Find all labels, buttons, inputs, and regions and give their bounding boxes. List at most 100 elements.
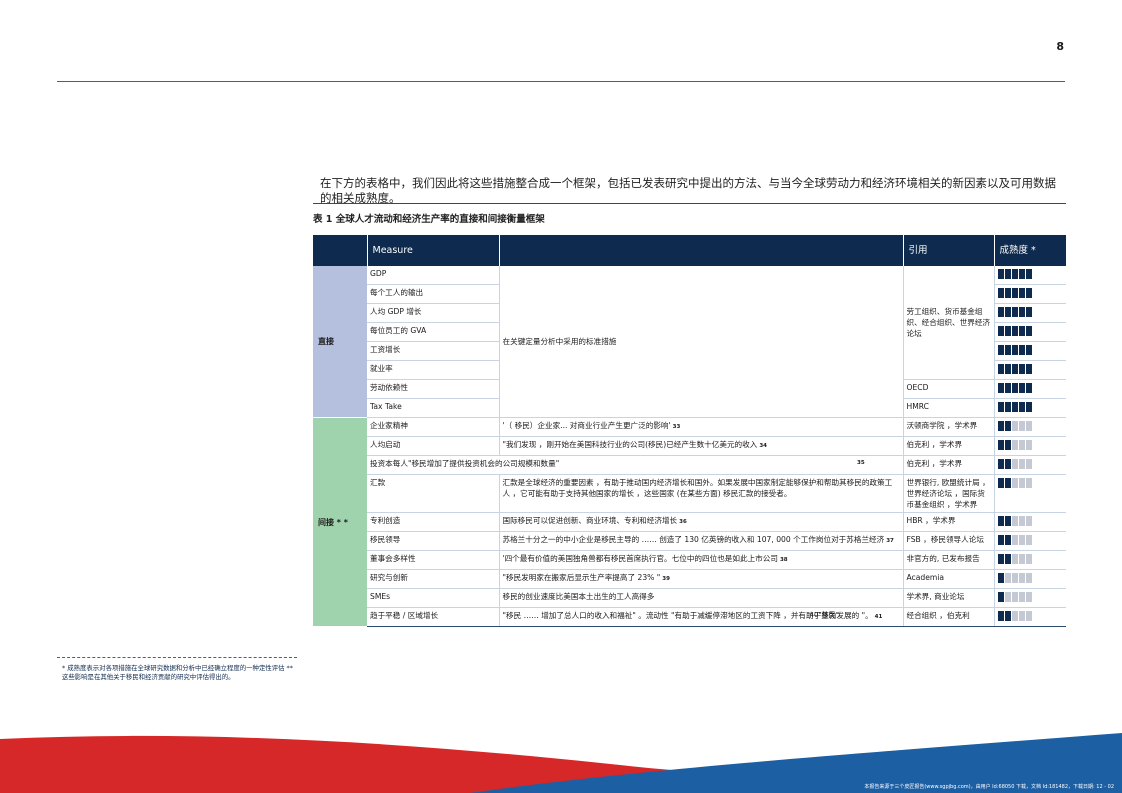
table-row: 研究与创新 "移民发明家在搬家后显示生产率提高了 23% " 39 Academia: [313, 569, 1066, 589]
maturity-cell: [994, 341, 1066, 361]
maturity-block-empty: [1018, 421, 1025, 431]
maturity-block-empty: [1025, 611, 1032, 621]
description-text: 国际移民可以促进创新、商业环境、专利和经济增长: [502, 516, 678, 525]
description-cell: "移民 …… 增加了总人口的收入和福祉" 。流动性 "有助于减缓停滞地区的工资下…: [499, 607, 904, 627]
citation-cell: 非官方的, 已发布报告: [903, 550, 995, 570]
description-cell: '四个最有价值的美国独角兽都有移民首席执行官。七位中的四位也是如此上市公司 38: [499, 550, 904, 570]
footnote-ref: 38: [779, 557, 788, 563]
maturity-cell: [994, 266, 1066, 285]
citation-cell: 伯克利 ，学术界: [903, 455, 995, 475]
description-cell: 苏格兰十分之一的中小企业是移民主导的 …… 创造了 130 亿英镑的收入和 10…: [499, 531, 904, 551]
category-indirect-label: 间接 * *: [313, 417, 367, 627]
maturity-block-empty: [1011, 554, 1018, 564]
description-cell: "我们发现 ，刚开始在美国科技行业的公司(移民)已经产生数十亿美元的收入 34: [499, 436, 904, 456]
maturity-block-empty: [1025, 421, 1032, 431]
maturity-block-filled: [1025, 402, 1032, 412]
maturity-block-empty: [1018, 440, 1025, 450]
maturity-block-filled: [1025, 288, 1032, 298]
maturity-block-empty: [1018, 592, 1025, 602]
header-category: [313, 235, 368, 266]
table-row: 直接 GDP 在关键定量分析中采用的标准措施 劳工组织、货币基金组织、经合组织、世界经…: [313, 266, 1066, 418]
footnote-ref: 35: [857, 460, 865, 466]
maturity-cell: [994, 398, 1066, 418]
maturity-cell: [994, 322, 1066, 342]
maturity-block-filled: [1004, 307, 1011, 317]
table-row: 专利创造 国际移民可以促进创新、商业环境、专利和经济增长 36 HBR ，学术界: [313, 512, 1066, 532]
maturity-block-filled: [1018, 326, 1025, 336]
maturity-cell: [994, 360, 1066, 380]
measure-cell: SMEs: [367, 588, 500, 608]
maturity-cell: [994, 455, 1066, 475]
measure-cell: 董事会多样性: [367, 550, 500, 570]
maturity-cell: [994, 303, 1066, 323]
maturity-cell: [994, 569, 1066, 589]
table-title: 表 1 全球人才流动和经济生产率的直接和间接衡量框架: [313, 214, 545, 225]
maturity-rating: [997, 515, 1032, 526]
maturity-block-filled: [997, 592, 1004, 602]
citation-cell: OECD: [903, 379, 995, 399]
maturity-block-filled: [1004, 288, 1011, 298]
footnote-rule: [57, 657, 297, 658]
maturity-block-empty: [1025, 516, 1032, 526]
maturity-block-filled: [997, 269, 1004, 279]
measure-cell: 就业率: [367, 360, 500, 380]
maturity-cell: [994, 550, 1066, 570]
maturity-block-filled: [1004, 345, 1011, 355]
maturity-cell: [994, 531, 1066, 551]
table-row: 董事会多样性 '四个最有价值的美国独角兽都有移民首席执行官。七位中的四位也是如此上…: [313, 550, 1066, 570]
maturity-block-filled: [997, 516, 1004, 526]
footnote-ref: 39: [662, 576, 670, 582]
table-row: SMEs 移民的创业速度比美国本土出生的工人高得多 学术界, 商业论坛: [313, 588, 1066, 608]
maturity-block-filled: [1018, 307, 1025, 317]
maturity-block-empty: [1025, 459, 1032, 469]
maturity-rating: [997, 306, 1032, 317]
header-rule: [57, 81, 1065, 82]
header-citation: 引用: [903, 235, 995, 266]
maturity-block-empty: [1011, 459, 1018, 469]
maturity-block-filled: [1004, 364, 1011, 374]
maturity-block-filled: [1011, 383, 1018, 393]
citation-cell: HBR ，学术界: [903, 512, 995, 532]
maturity-cell: [994, 436, 1066, 456]
maturity-block-empty: [1025, 440, 1032, 450]
maturity-cell: [994, 284, 1066, 304]
maturity-block-filled: [1011, 326, 1018, 336]
table-row: 汇款 汇款是全球经济的重要因素 ，有助于推动国内经济增长和国外。如果发展中国家制定…: [313, 474, 1066, 513]
maturity-block-filled: [997, 440, 1004, 450]
maturity-block-empty: [1011, 478, 1018, 488]
maturity-block-filled: [997, 611, 1004, 621]
maturity-cell: [994, 474, 1066, 513]
intro-paragraph: 在下方的表格中，我们因此将这些措施整合成一个框架，包括已发表研究中提出的方法、与…: [320, 175, 1056, 205]
maturity-block-filled: [997, 288, 1004, 298]
footnote-ref: 36: [679, 519, 687, 525]
header-maturity: 成熟度 *: [994, 235, 1066, 266]
measure-cell: 人均启动: [367, 436, 500, 456]
maturity-block-filled: [1004, 383, 1011, 393]
measurement-framework-table: Measure 引用 成熟度 * 直接 GDP 在关键定量分析中采用的标准措施 劳工组…: [313, 235, 1066, 627]
description-text: '（ 移民）企业家... 对商业行业产生更广泛的影响': [502, 421, 671, 430]
maturity-rating: [997, 610, 1032, 621]
maturity-block-empty: [1025, 592, 1032, 602]
maturity-block-empty: [1011, 440, 1018, 450]
maturity-block-filled: [1025, 345, 1032, 355]
maturity-block-empty: [1011, 611, 1018, 621]
maturity-rating: [997, 439, 1032, 450]
maturity-cell: [994, 588, 1066, 608]
maturity-rating: [997, 420, 1032, 431]
maturity-rating: [997, 363, 1032, 374]
maturity-cell: [994, 379, 1066, 399]
maturity-block-empty: [1004, 573, 1011, 583]
maturity-cell: [994, 417, 1066, 437]
citation-cell: 世界银行, 欧盟统计局 ，世界经济论坛 ，国际货币基金组织 ，学术界: [903, 474, 995, 513]
maturity-block-empty: [1025, 535, 1032, 545]
maturity-block-empty: [1011, 592, 1018, 602]
description-text: '四个最有价值的美国独角兽都有移民首席执行官。七位中的四位也是如此上市公司: [502, 554, 778, 563]
measure-cell: 工资增长: [367, 341, 500, 361]
maturity-block-empty: [1025, 478, 1032, 488]
maturity-block-filled: [1025, 364, 1032, 374]
description-text: 苏格兰十分之一的中小企业是移民主导的 …… 创造了 130 亿英镑的收入和 10…: [502, 535, 885, 544]
maturity-rating: [997, 325, 1032, 336]
maturity-rating: [997, 287, 1032, 298]
description-cell: 汇款是全球经济的重要因素 ，有助于推动国内经济增长和国外。如果发展中国家制定能够…: [499, 474, 904, 513]
maturity-block-empty: [1004, 592, 1011, 602]
